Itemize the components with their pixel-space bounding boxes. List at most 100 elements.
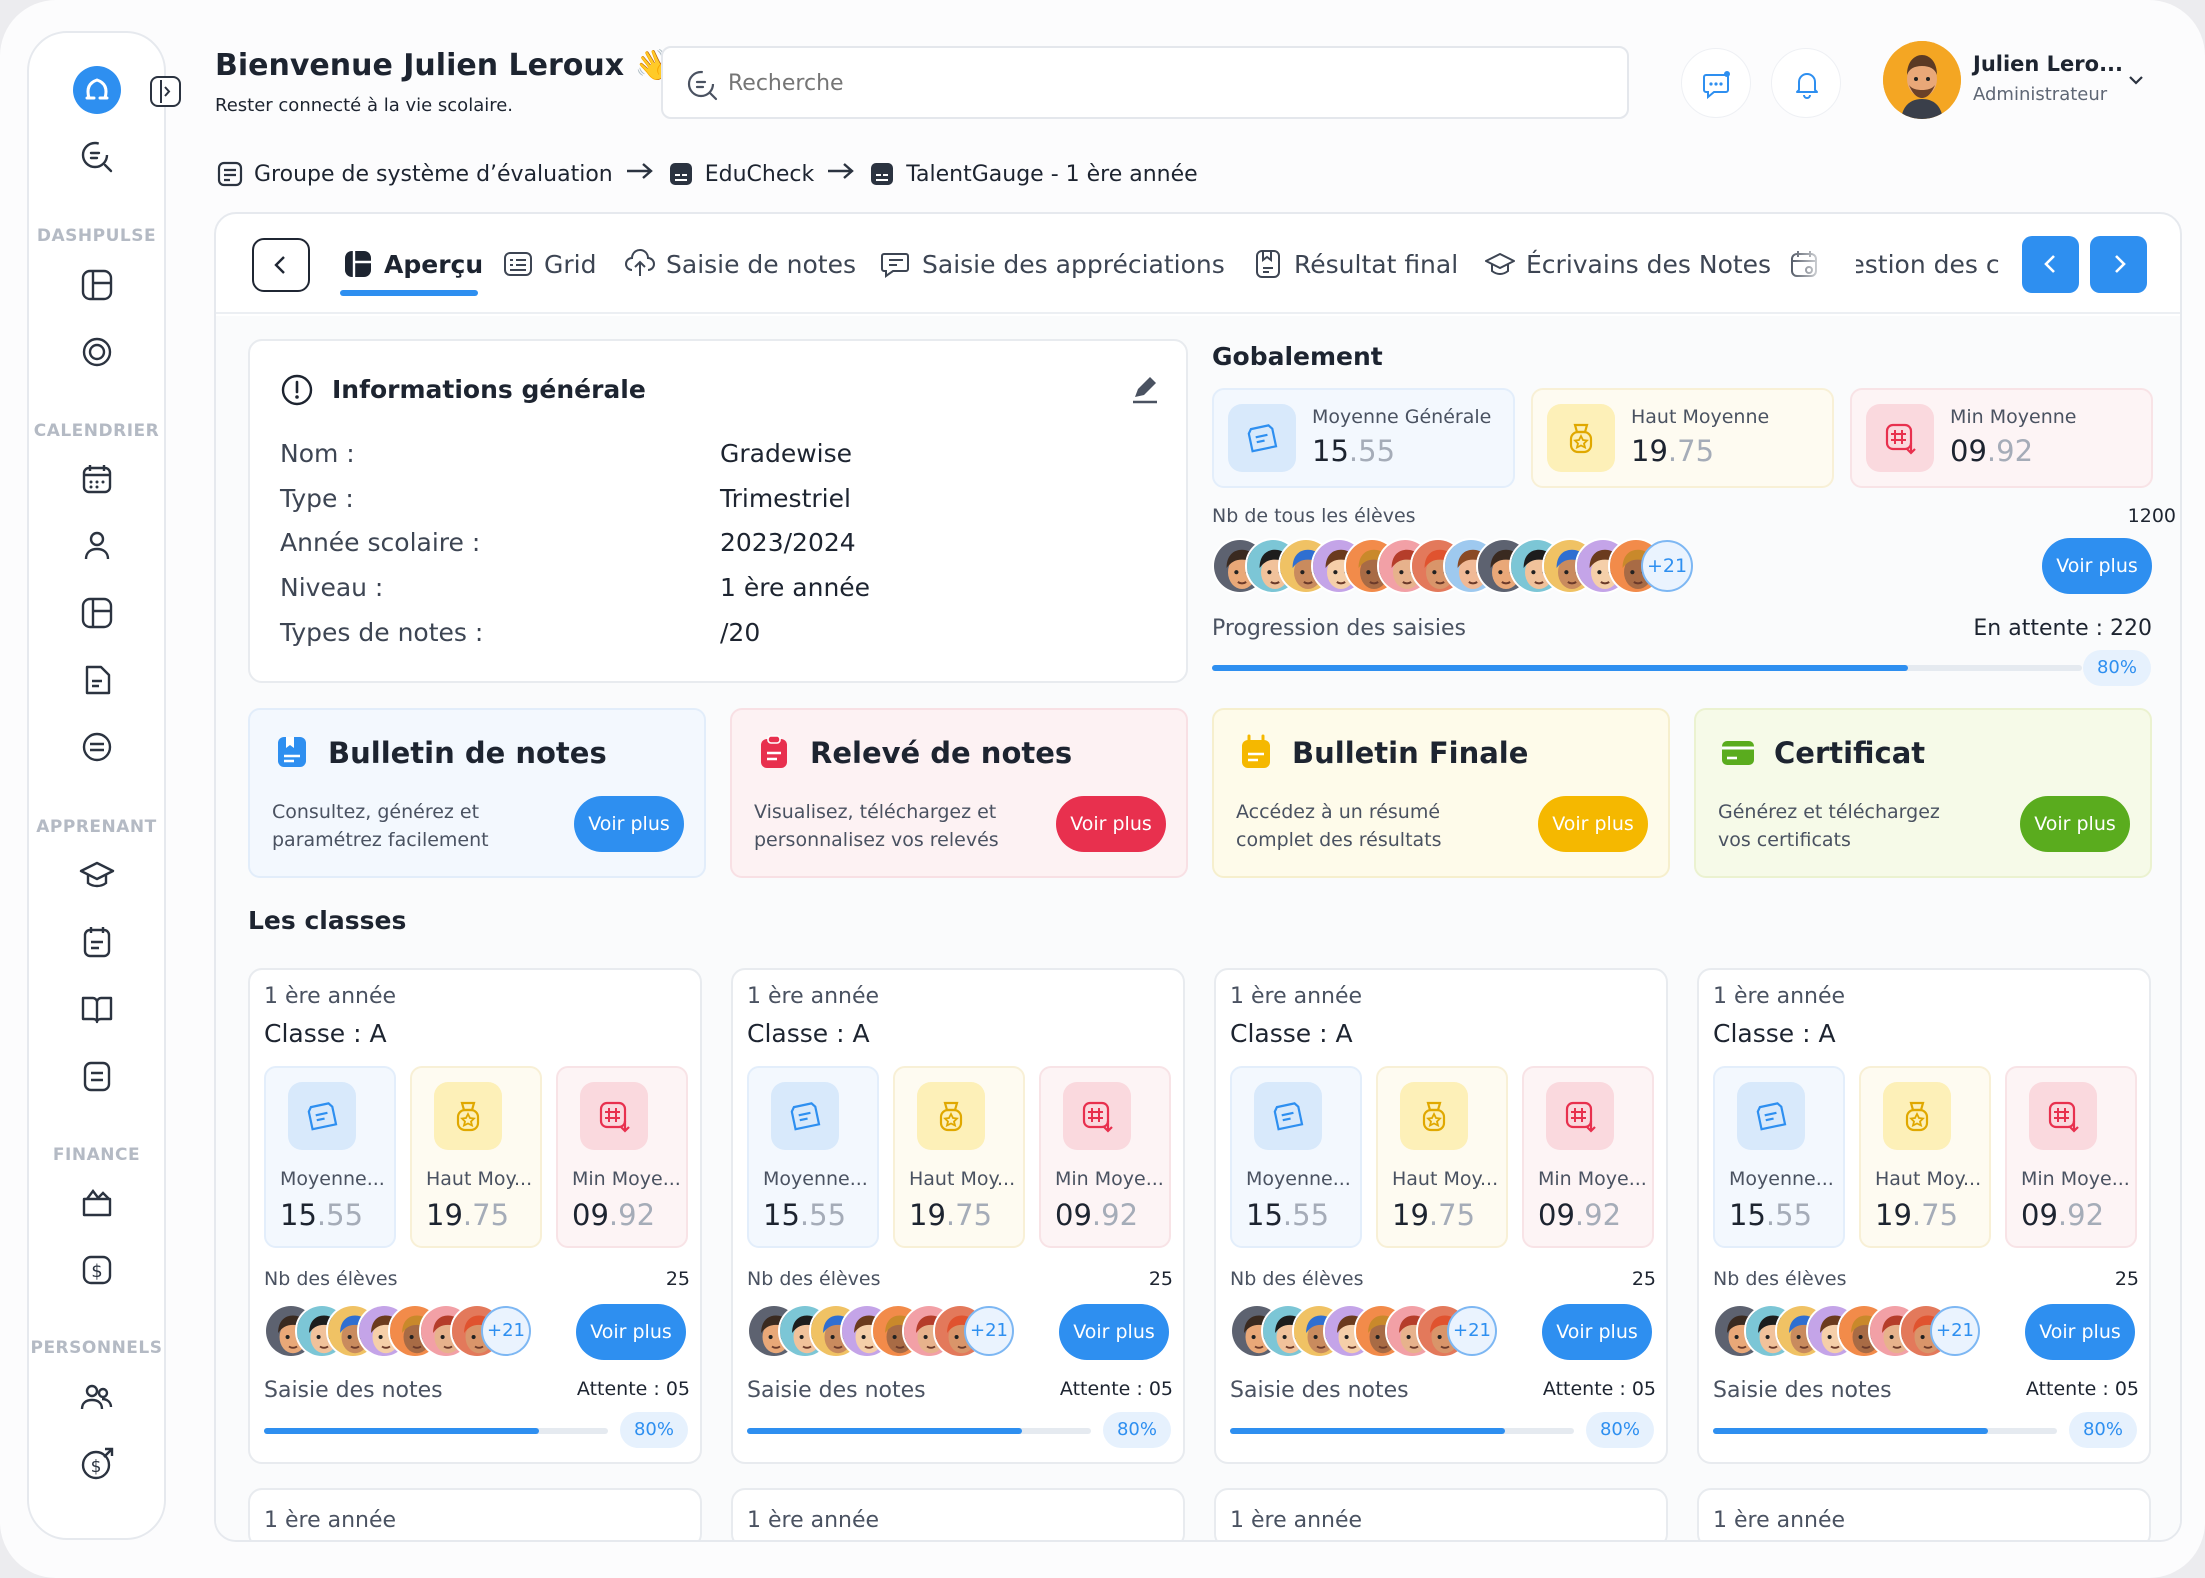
student-avatar-group[interactable]: +21 [1212,538,1693,598]
stat-label: Haut Moy... [1392,1168,1499,1190]
sidebar-item-tasks[interactable] [77,922,117,962]
class-card-partial[interactable]: 1 ère année [1214,1488,1668,1540]
tab-saisie-notes[interactable]: Saisie de notes [624,244,856,284]
avatar[interactable] [1883,41,1961,119]
class-card-partial[interactable]: 1 ère année [248,1488,702,1540]
search-icon [685,68,719,106]
edit-icon[interactable] [1130,375,1160,409]
user-name[interactable]: Julien Lero... [1973,52,2123,76]
app-logo-icon[interactable] [71,64,123,120]
stat-label: Min Moye... [2021,1168,2130,1190]
bulletin-finale-voir-plus-button[interactable]: Voir plus [1538,796,1648,852]
class-stat-high: Haut Moy... 19.75 [893,1066,1025,1248]
sidebar-item-salary[interactable]: $ [77,1444,117,1484]
sidebar-item-wallet[interactable] [77,1183,117,1223]
sidebar-toggle-button[interactable] [150,76,181,107]
sidebar-item-profile[interactable] [77,526,117,566]
releve-voir-plus-button[interactable]: Voir plus [1056,796,1166,852]
more-students-badge[interactable]: +21 [964,1306,1014,1356]
class-stat-average: Moyenne... 15.55 [264,1066,396,1248]
search-history-icon[interactable] [77,137,117,177]
more-students-badge[interactable]: +21 [1641,540,1693,592]
average-icon [1254,1082,1322,1150]
certificat-voir-plus-button[interactable]: Voir plus [2020,796,2130,852]
sidebar-item-settings[interactable] [77,727,117,767]
breadcrumb: Groupe de système d’évaluation EduCheck … [216,158,1198,190]
breadcrumb-item[interactable]: TalentGauge - 1 ère année [868,160,1198,188]
feature-description: Accédez à un résumé complet des résultat… [1236,801,1442,851]
overview-icon [345,251,371,277]
class-saisie-label: Saisie des notes [747,1378,926,1403]
class-voir-plus-button[interactable]: Voir plus [2025,1304,2135,1360]
class-name: Classe : A [747,1019,870,1048]
sidebar-section-apprenant: APPRENANT [36,817,157,837]
class-voir-plus-button[interactable]: Voir plus [576,1304,686,1360]
more-students-badge[interactable]: +21 [1447,1306,1497,1356]
info-value: Gradewise [720,439,853,468]
class-avatar-group[interactable]: +21 [264,1304,554,1362]
sidebar-item-students[interactable] [77,855,117,895]
search-input[interactable] [728,66,1578,100]
sidebar-item-document[interactable] [77,660,117,700]
tabs-scroll-left-button[interactable] [2022,236,2079,293]
breadcrumb-item[interactable]: EduCheck [667,160,814,188]
upload-cloud-icon [625,249,655,276]
sidebar-item-dashboard[interactable] [77,265,117,305]
class-saisie-label: Saisie des notes [1230,1378,1409,1403]
tab-apercu[interactable]: Aperçu [342,244,483,284]
class-card-partial[interactable]: 1 ère année [1697,1488,2151,1540]
class-card-partial[interactable]: 1 ère année [731,1488,1185,1540]
class-avatar-group[interactable]: +21 [747,1304,1037,1362]
stat-label: Moyenne... [763,1168,868,1190]
search-bar[interactable] [661,46,1629,119]
hashtag-down-icon [1866,404,1934,472]
pending-count: En attente : 220 [1973,616,2152,641]
stat-value: 19.75 [1392,1198,1476,1232]
class-students-label: Nb des élèves [1230,1268,1364,1290]
content-area: Informations générale Nom : Gradewise Typ… [216,316,2180,1540]
sidebar-item-book[interactable] [77,989,117,1029]
class-stat-min: Min Moye... 09.92 [1522,1066,1654,1248]
hashtag-down-icon [2029,1082,2097,1150]
class-avatar-group[interactable]: +21 [1230,1304,1520,1362]
class-progress-bar [264,1428,608,1434]
stat-label: Min Moye... [572,1168,681,1190]
back-button[interactable] [252,238,310,292]
students-label: Nb de tous les élèves [1212,505,1416,527]
sidebar-item-calendar[interactable] [77,459,117,499]
sidebar-item-list[interactable] [77,1056,117,1096]
class-voir-plus-button[interactable]: Voir plus [1542,1304,1652,1360]
class-name: Classe : A [1713,1019,1836,1048]
sidebar-item-payments[interactable]: $ [77,1250,117,1290]
feature-title: Relevé de notes [810,736,1073,770]
tabs-scroll-right-button[interactable] [2090,236,2147,293]
class-card: 1 ère année Classe : A Moyenne... 15.55 … [1697,968,2151,1464]
comment-edit-icon [881,253,909,278]
stat-high: Haut Moyenne 19.75 [1531,388,1834,488]
more-students-badge[interactable]: +21 [481,1306,531,1356]
breadcrumb-item[interactable]: Groupe de système d’évaluation [216,160,613,188]
class-stat-average: Moyenne... 15.55 [747,1066,879,1248]
tab-grid[interactable]: Grid [502,244,596,284]
class-voir-plus-button[interactable]: Voir plus [1059,1304,1169,1360]
bulletin-voir-plus-button[interactable]: Voir plus [574,796,684,852]
notifications-button[interactable] [1771,48,1841,118]
sidebar-item-staff[interactable] [77,1377,117,1417]
tab-resultat-final[interactable]: Résultat final [1252,244,1458,284]
hashtag-down-icon [1063,1082,1131,1150]
sidebar-item-layout[interactable] [77,593,117,633]
students-count: 1200 [2127,505,2176,527]
info-value: Trimestriel [720,484,851,513]
app-window: DASHPULSE CALENDRIER APPRENANT FINANCE $… [0,0,2205,1578]
tab-ecrivains-notes[interactable]: Écrivains des Notes [1484,244,1771,284]
class-name: Classe : A [1230,1019,1353,1048]
more-students-badge[interactable]: +21 [1930,1306,1980,1356]
messages-button[interactable] [1681,48,1751,118]
chevron-down-icon[interactable] [2126,70,2146,94]
class-avatar-group[interactable]: +21 [1713,1304,2003,1362]
feature-description: Générez et téléchargez vos certificats [1718,801,1940,851]
tab-saisie-appreciations[interactable]: Saisie des appréciations [880,244,1225,284]
sidebar-item-pulse[interactable] [77,332,117,372]
see-all-students-button[interactable]: Voir plus [2042,538,2152,594]
feature-card-bulletin: Bulletin de notes Consultez, générez et … [248,708,706,878]
